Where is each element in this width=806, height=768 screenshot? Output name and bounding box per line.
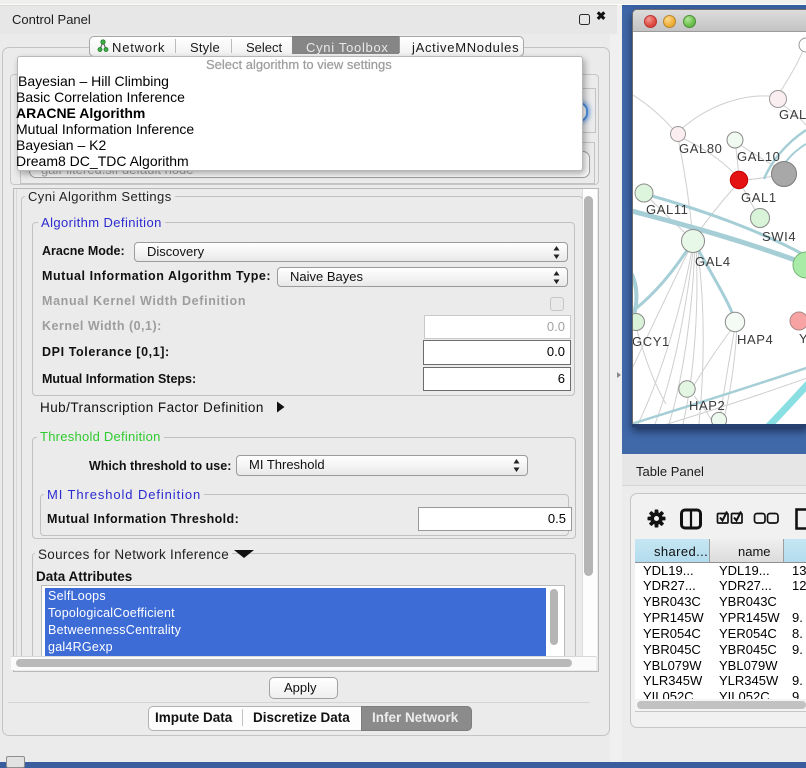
svg-text:GCY1: GCY1: [633, 334, 670, 349]
svg-text:SWI4: SWI4: [762, 229, 796, 244]
svg-text:GAL11: GAL11: [646, 202, 689, 217]
svg-text:HAP2: HAP2: [689, 398, 725, 413]
svg-text:GAL1: GAL1: [741, 190, 777, 205]
svg-text:GAL2: GAL2: [779, 107, 806, 122]
svg-text:HAP4: HAP4: [737, 332, 773, 347]
svg-text:GAL80: GAL80: [679, 141, 722, 156]
svg-text:GAL4: GAL4: [695, 254, 731, 269]
svg-text:GAL10: GAL10: [737, 149, 780, 164]
svg-text:Y: Y: [799, 331, 806, 346]
